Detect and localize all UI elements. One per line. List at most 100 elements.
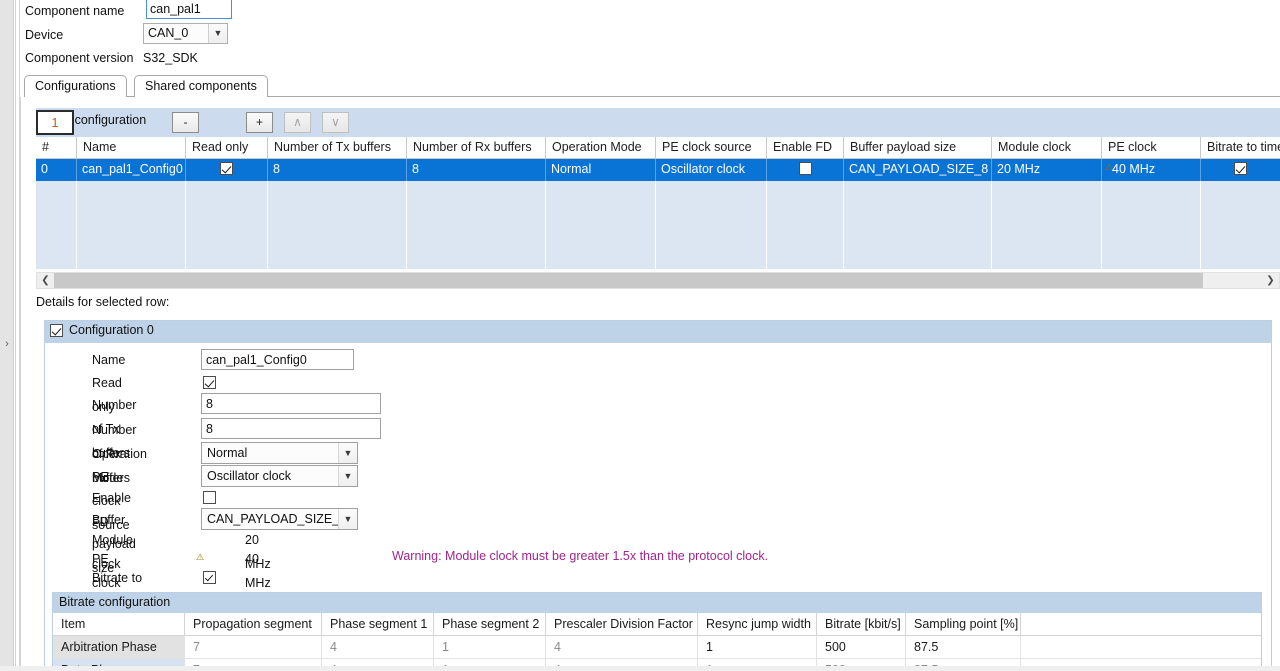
cell-tx-buffers: 8 [268,159,407,181]
configuration-enabled-checkbox[interactable] [50,324,63,337]
configurations-grid: # Name Read only Number of Tx buffers Nu… [36,137,1280,273]
expand-panel-icon[interactable]: › [0,336,14,352]
grid-col-pe-clock[interactable]: PE clock [1102,137,1201,159]
cell-pe-clock: ⚠ 40 MHz [1102,159,1201,181]
device-select[interactable]: CAN_0 ▼ [143,23,228,44]
scroll-right-icon[interactable]: ❯ [1262,273,1279,288]
remove-configuration-button[interactable]: - [172,112,199,133]
cell-pe-clock-source: Oscillator clock [656,159,767,181]
grid-col-tx-buffers[interactable]: Number of Tx buffers [268,137,407,159]
bitrate-col-prescaler: Prescaler Division Factor [546,613,698,636]
module-clock-warning-text: Warning: Module clock must be greater 1.… [392,549,769,563]
bitrate-cell-item: Arbitration Phase [53,636,185,659]
empty-cell [407,181,546,203]
empty-cell [844,247,992,269]
empty-cell [1102,203,1201,225]
grid-col-index[interactable]: # [36,137,77,159]
cell-operation-mode: Normal [546,159,656,181]
main-configuration-toolbar: Main configuration - 1 + ∧ ∨ [36,108,1280,137]
cell-buffer-payload: CAN_PAYLOAD_SIZE_8 [844,159,992,181]
table-row-empty-2[interactable] [36,203,1280,225]
grid-col-pe-clock-source[interactable]: PE clock source [656,137,767,159]
tab-strip: Shared components Configurations [24,75,1280,97]
warning-icon: ⚠ [1104,162,1114,172]
tab-configurations[interactable]: Configurations [24,75,127,97]
bitrate-to-time-segments-checkbox[interactable] [1234,162,1247,175]
read-only-detail-checkbox[interactable] [203,376,216,389]
configuration-count-input[interactable]: 1 [36,110,74,135]
table-row-empty-3[interactable] [36,225,1280,247]
bitrate-cell-phase1: 4 [322,636,434,659]
empty-cell [992,247,1102,269]
bitrate-col-filler [1021,613,1261,636]
empty-cell [656,181,767,203]
grid-col-read-only[interactable]: Read only [186,137,268,159]
grid-col-buffer-payload[interactable]: Buffer payload size [844,137,992,159]
chevron-down-icon: ▼ [208,24,227,43]
empty-cell [767,203,844,225]
add-configuration-button[interactable]: + [246,112,273,133]
empty-cell [407,225,546,247]
tab-configurations-label: Configurations [35,79,116,93]
empty-cell [844,181,992,203]
chevron-down-icon: ▼ [338,443,357,463]
bitrate-col-item: Item [53,613,185,636]
configuration-group-header[interactable]: Configuration 0 [45,321,1271,343]
scrollbar-thumb[interactable] [54,273,1203,288]
empty-cell [1201,225,1280,247]
config-name-input[interactable] [201,349,354,370]
bitrate-col-propagation: Propagation segment [185,613,322,636]
grid-col-rx-buffers[interactable]: Number of Rx buffers [407,137,546,159]
device-select-value: CAN_0 [148,26,189,40]
configuration-group-title: Configuration 0 [69,323,154,337]
empty-cell [992,203,1102,225]
empty-cell [546,225,656,247]
move-down-button[interactable]: ∨ [322,112,349,133]
buffer-payload-value: CAN_PAYLOAD_SIZE_8 [207,512,347,526]
tab-shared-components-label: Shared components [145,79,257,93]
grid-col-operation-mode[interactable]: Operation Mode [546,137,656,159]
grid-horizontal-scrollbar[interactable]: ❮ ❯ [36,272,1280,289]
table-row[interactable]: 0 can_pal1_Config0 8 8 Normal Oscillator… [36,159,1280,181]
read-only-checkbox[interactable] [220,162,233,175]
move-up-button[interactable]: ∧ [284,112,311,133]
cell-bitrate-to-time-segments[interactable] [1201,159,1280,181]
bitrate-col-phase1: Phase segment 1 [322,613,434,636]
cell-read-only[interactable] [186,159,268,181]
table-row[interactable]: Arbitration Phase 7 4 1 4 1 500 87.5 [53,636,1261,659]
warning-icon: ⚠ [195,552,205,562]
pe-clock-source-select[interactable]: Oscillator clock ▼ [201,465,358,487]
empty-cell [1201,247,1280,269]
grid-col-bitrate-to-time-segments[interactable]: Bitrate to time segm [1201,137,1280,159]
operation-mode-select[interactable]: Normal ▼ [201,442,358,464]
buffer-payload-select[interactable]: CAN_PAYLOAD_SIZE_8 ▼ [201,508,358,530]
component-header-form: Component name Device CAN_0 ▼ Component … [20,0,1280,70]
enable-fd-checkbox[interactable] [798,162,812,175]
grid-header-row: # Name Read only Number of Tx buffers Nu… [36,137,1280,159]
cell-enable-fd[interactable] [767,159,844,181]
bitrate-to-time-detail-checkbox[interactable] [203,571,216,584]
table-row-empty-1[interactable] [36,181,1280,203]
empty-cell [767,181,844,203]
window-bottom-edge [0,666,1280,671]
tab-shared-components[interactable]: Shared components [134,75,268,97]
bitrate-col-phase2: Phase segment 2 [434,613,546,636]
tx-buffers-input[interactable] [201,393,381,414]
table-row-empty-4[interactable] [36,247,1280,269]
grid-col-name[interactable]: Name [77,137,186,159]
grid-col-module-clock[interactable]: Module clock [992,137,1102,159]
enable-fd-detail-checkbox[interactable] [203,491,216,504]
rx-buffers-input[interactable] [201,418,381,439]
component-name-input[interactable] [146,0,232,19]
grid-col-enable-fd[interactable]: Enable FD [767,137,844,159]
component-name-label: Component name [25,4,125,18]
bitrate-cell-filler [1021,636,1261,659]
bitrate-cell-phase2: 1 [434,636,546,659]
empty-cell [36,225,77,247]
empty-cell [186,181,268,203]
bitrate-col-sampling: Sampling point [%] [906,613,1021,636]
empty-cell [268,203,407,225]
scroll-left-icon[interactable]: ❮ [37,273,54,288]
empty-cell [77,203,186,225]
main-configuration-section: Main configuration - 1 + ∧ ∨ # Name Read… [36,108,1280,273]
